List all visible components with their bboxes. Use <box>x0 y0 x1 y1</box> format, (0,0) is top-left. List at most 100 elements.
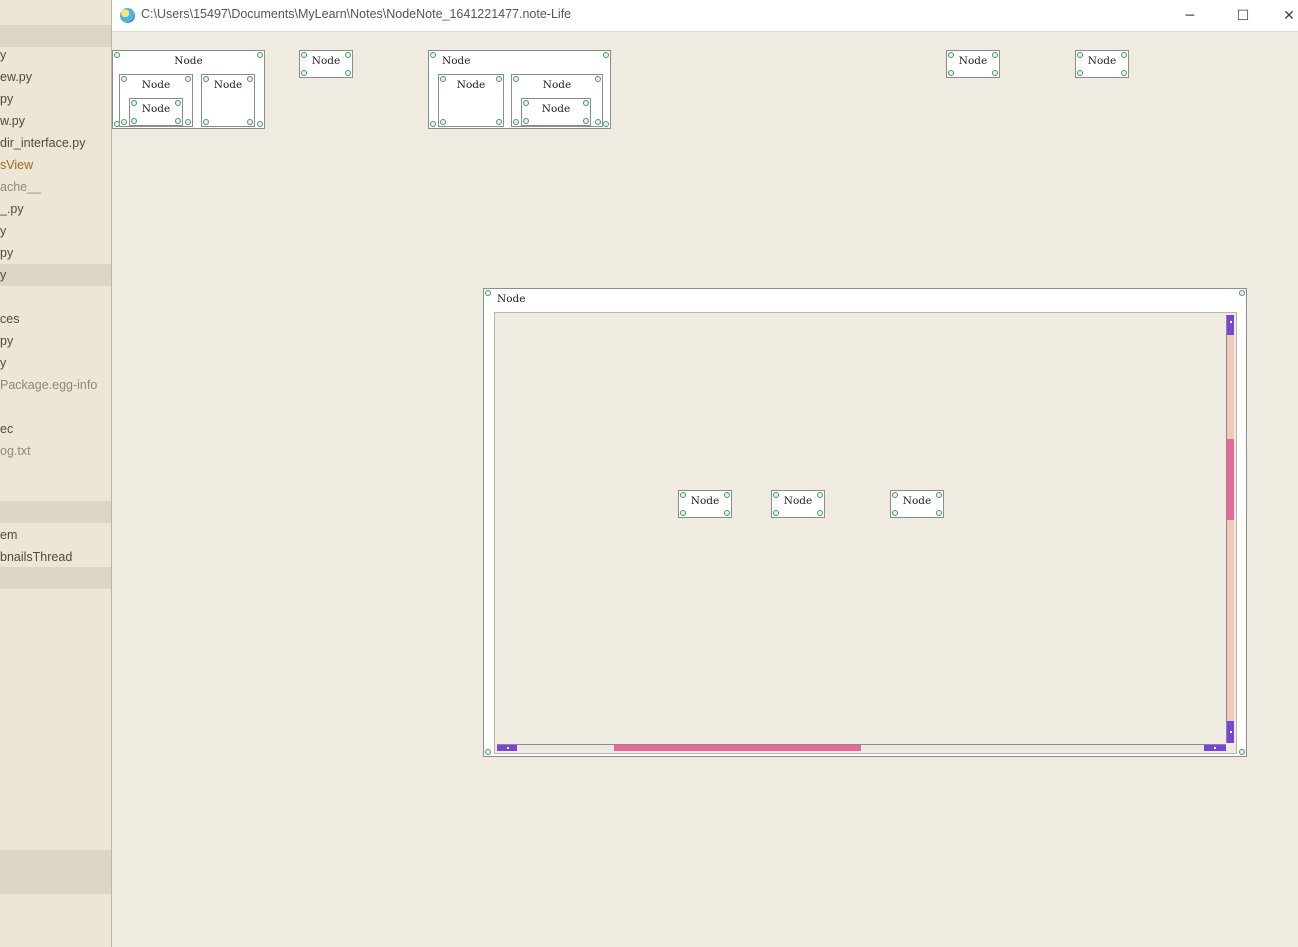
port-icon[interactable] <box>301 52 307 58</box>
port-icon[interactable] <box>301 70 307 76</box>
tree-item[interactable]: ces <box>0 308 111 330</box>
port-icon[interactable] <box>185 119 191 125</box>
tree-item[interactable]: og.txt <box>0 440 111 462</box>
port-icon[interactable] <box>817 492 823 498</box>
node[interactable]: Node Node Node Node <box>112 50 265 129</box>
port-icon[interactable] <box>131 100 137 106</box>
close-button[interactable]: ✕ <box>1266 0 1298 31</box>
container-node[interactable]: Node Node Node Node <box>483 288 1247 757</box>
port-icon[interactable] <box>948 52 954 58</box>
vertical-scrollbar[interactable] <box>1226 315 1234 743</box>
port-icon[interactable] <box>496 76 502 82</box>
tree-item[interactable]: dir_interface.py <box>0 132 111 154</box>
minimize-button[interactable]: ─ <box>1167 0 1213 31</box>
port-icon[interactable] <box>1239 749 1245 755</box>
port-icon[interactable] <box>185 76 191 82</box>
port-icon[interactable] <box>175 100 181 106</box>
port-icon[interactable] <box>680 492 686 498</box>
node[interactable]: Node <box>299 50 353 78</box>
port-icon[interactable] <box>523 100 529 106</box>
scroll-right-arrow[interactable] <box>1204 745 1226 751</box>
port-icon[interactable] <box>440 119 446 125</box>
tree-item[interactable]: py <box>0 242 111 264</box>
port-icon[interactable] <box>948 70 954 76</box>
node[interactable]: Node <box>890 490 944 518</box>
port-icon[interactable] <box>724 510 730 516</box>
port-icon[interactable] <box>345 70 351 76</box>
port-icon[interactable] <box>496 119 502 125</box>
node[interactable]: Node <box>438 74 504 127</box>
title-bar[interactable]: C:\Users\15497\Documents\MyLearn\Notes\N… <box>112 0 1298 32</box>
node[interactable]: Node <box>129 98 183 126</box>
port-icon[interactable] <box>817 510 823 516</box>
tree-item[interactable]: y <box>0 220 111 242</box>
tree-item[interactable]: ec <box>0 418 111 440</box>
port-icon[interactable] <box>680 510 686 516</box>
tree-item[interactable]: py <box>0 88 111 110</box>
port-icon[interactable] <box>892 510 898 516</box>
port-icon[interactable] <box>603 121 609 127</box>
port-icon[interactable] <box>121 76 127 82</box>
node-canvas[interactable]: Node Node Node Node Node Node Node Node … <box>112 32 1298 947</box>
node[interactable]: Node <box>946 50 1000 78</box>
port-icon[interactable] <box>992 70 998 76</box>
port-icon[interactable] <box>595 119 601 125</box>
port-icon[interactable] <box>257 121 263 127</box>
horizontal-scroll-thumb[interactable] <box>613 745 862 751</box>
port-icon[interactable] <box>936 492 942 498</box>
port-icon[interactable] <box>203 76 209 82</box>
tree-item[interactable]: _.py <box>0 198 111 220</box>
scroll-up-arrow[interactable] <box>1227 315 1234 335</box>
port-icon[interactable] <box>430 52 436 58</box>
port-icon[interactable] <box>247 119 253 125</box>
port-icon[interactable] <box>1239 290 1245 296</box>
node[interactable]: Node <box>678 490 732 518</box>
port-icon[interactable] <box>345 52 351 58</box>
port-icon[interactable] <box>603 52 609 58</box>
port-icon[interactable] <box>175 118 181 124</box>
maximize-button[interactable]: ☐ <box>1220 0 1266 31</box>
port-icon[interactable] <box>936 510 942 516</box>
port-icon[interactable] <box>513 119 519 125</box>
port-icon[interactable] <box>773 492 779 498</box>
tree-item[interactable]: w.py <box>0 110 111 132</box>
vertical-scroll-thumb[interactable] <box>1227 439 1234 521</box>
node[interactable]: Node Node Node Node <box>428 50 611 129</box>
port-icon[interactable] <box>121 119 127 125</box>
tree-item[interactable]: bnailsThread <box>0 546 111 568</box>
port-icon[interactable] <box>1121 52 1127 58</box>
port-icon[interactable] <box>583 118 589 124</box>
tree-item[interactable]: sView <box>0 154 111 176</box>
tree-item[interactable]: Package.egg-info <box>0 374 111 396</box>
port-icon[interactable] <box>1121 70 1127 76</box>
node[interactable]: Node <box>521 98 591 126</box>
port-icon[interactable] <box>257 52 263 58</box>
tree-item[interactable]: y <box>0 352 111 374</box>
port-icon[interactable] <box>724 492 730 498</box>
port-icon[interactable] <box>1077 70 1083 76</box>
port-icon[interactable] <box>773 510 779 516</box>
node[interactable]: Node Node <box>119 74 193 127</box>
port-icon[interactable] <box>583 100 589 106</box>
node[interactable]: Node <box>771 490 825 518</box>
port-icon[interactable] <box>114 52 120 58</box>
tree-item[interactable]: py <box>0 330 111 352</box>
port-icon[interactable] <box>131 118 137 124</box>
port-icon[interactable] <box>892 492 898 498</box>
port-icon[interactable] <box>440 76 446 82</box>
port-icon[interactable] <box>247 76 253 82</box>
port-icon[interactable] <box>523 118 529 124</box>
tree-item[interactable]: em <box>0 524 111 546</box>
sub-canvas-view[interactable]: Node Node Node <box>494 312 1237 754</box>
tree-item[interactable]: ache__ <box>0 176 111 198</box>
port-icon[interactable] <box>485 290 491 296</box>
port-icon[interactable] <box>595 76 601 82</box>
tree-item[interactable]: y <box>0 44 111 66</box>
port-icon[interactable] <box>430 121 436 127</box>
tree-item-selected[interactable]: y <box>0 264 111 286</box>
scroll-down-arrow[interactable] <box>1227 721 1234 743</box>
node[interactable]: Node <box>1075 50 1129 78</box>
port-icon[interactable] <box>513 76 519 82</box>
tree-item[interactable]: ew.py <box>0 66 111 88</box>
port-icon[interactable] <box>485 749 491 755</box>
